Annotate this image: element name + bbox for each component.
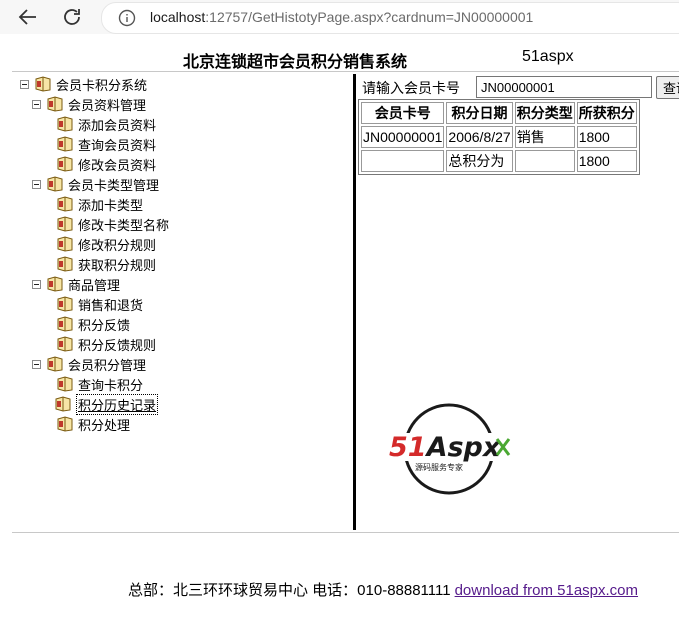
tree-item-label: 添加会员资料 bbox=[78, 117, 157, 133]
brand-text: 51aspx bbox=[522, 48, 574, 65]
tree-item-label: 查询会员资料 bbox=[78, 137, 157, 153]
tree-item[interactable]: 添加卡类型 bbox=[56, 194, 143, 214]
tree-item[interactable]: 添加会员资料 bbox=[56, 114, 156, 134]
collapse-toggle-icon[interactable] bbox=[32, 359, 41, 369]
vertical-divider bbox=[353, 74, 356, 530]
table-cell bbox=[514, 150, 575, 172]
query-button[interactable]: 查询 bbox=[656, 76, 679, 99]
column-header: 积分日期 bbox=[446, 102, 513, 124]
card-number-input[interactable] bbox=[476, 76, 652, 98]
tree-item[interactable]: 销售和退货 bbox=[56, 294, 143, 314]
tree-root[interactable]: 会员卡积分系统 bbox=[20, 74, 147, 94]
tree-item-label: 修改会员资料 bbox=[78, 157, 157, 173]
book-icon bbox=[57, 156, 73, 172]
book-icon bbox=[47, 96, 63, 112]
tree-item[interactable]: 修改卡类型名称 bbox=[56, 214, 169, 234]
tree-item-label: 会员卡类型管理 bbox=[68, 177, 160, 193]
book-icon bbox=[57, 296, 73, 312]
book-icon bbox=[47, 176, 63, 192]
logo-slogan: 源码服务专家 bbox=[415, 462, 463, 472]
footer: 总部：北三环环球贸易中心 电话：010-88881111 download fro… bbox=[128, 579, 638, 600]
tree-item[interactable]: 查询卡积分 bbox=[56, 374, 143, 394]
tree-item-label: 积分历史记录 bbox=[76, 393, 159, 415]
table-cell: 销售 bbox=[514, 126, 575, 148]
tree-item-label: 积分反馈 bbox=[78, 317, 131, 333]
book-icon bbox=[57, 416, 73, 432]
tree-item[interactable]: 修改会员资料 bbox=[56, 154, 156, 174]
book-icon bbox=[55, 396, 71, 412]
table-cell: JN00000001 bbox=[361, 126, 445, 148]
table-cell: 总积分为 bbox=[446, 150, 513, 172]
tree-item-label: 查询卡积分 bbox=[78, 377, 144, 393]
info-icon[interactable] bbox=[118, 9, 136, 27]
book-icon bbox=[57, 236, 73, 252]
book-icon bbox=[57, 376, 73, 392]
table-cell: 2006/8/27 bbox=[446, 126, 513, 148]
table-cell: 1800 bbox=[576, 150, 637, 172]
footer-contact: 总部：北三环环球贸易中心 电话：010-88881111 bbox=[128, 582, 451, 599]
book-icon bbox=[57, 256, 73, 272]
collapse-toggle-icon[interactable] bbox=[32, 279, 41, 289]
book-icon bbox=[47, 276, 63, 292]
tree-item-label: 修改卡类型名称 bbox=[78, 217, 170, 233]
url-text[interactable]: localhost:12757/GetHistotyPage.aspx?card… bbox=[150, 9, 533, 25]
tree-item-label: 积分处理 bbox=[78, 417, 131, 433]
browser-toolbar: localhost:12757/GetHistotyPage.aspx?card… bbox=[0, 0, 679, 34]
tree-item-label: 获取积分规则 bbox=[78, 257, 157, 273]
book-icon bbox=[57, 316, 73, 332]
column-header: 所获积分 bbox=[576, 102, 637, 124]
51aspx-logo: 51Aspx 源码服务专家 bbox=[387, 403, 512, 495]
book-icon bbox=[57, 216, 73, 232]
table-header-row: 会员卡号 积分日期 积分类型 所获积分 bbox=[361, 102, 637, 124]
tree-item-label: 销售和退货 bbox=[78, 297, 144, 313]
tree-item-label: 添加卡类型 bbox=[78, 197, 144, 213]
book-icon bbox=[57, 336, 73, 352]
tree-item-label: 修改积分规则 bbox=[78, 237, 157, 253]
back-arrow-icon[interactable] bbox=[16, 5, 40, 29]
tree-item-label: 会员卡积分系统 bbox=[56, 77, 148, 93]
tree-group[interactable]: 会员积分管理 bbox=[32, 354, 146, 374]
tree-item[interactable]: 获取积分规则 bbox=[56, 254, 156, 274]
tree-item[interactable]: 积分反馈规则 bbox=[56, 334, 156, 354]
book-icon bbox=[35, 76, 51, 92]
table-cell: 1800 bbox=[576, 126, 637, 148]
page-content: 北京连锁超市会员积分销售系统 51aspx 会员卡积分系统会员资料管理添加会员资… bbox=[0, 34, 679, 625]
card-number-label: 请输入会员卡号 bbox=[362, 80, 460, 96]
tree-group[interactable]: 商品管理 bbox=[32, 274, 120, 294]
tree-item[interactable]: 查询会员资料 bbox=[56, 134, 156, 154]
book-icon bbox=[57, 136, 73, 152]
book-icon bbox=[57, 196, 73, 212]
page-title: 北京连锁超市会员积分销售系统 bbox=[183, 54, 408, 71]
table-cell bbox=[361, 150, 445, 172]
tree-group[interactable]: 会员资料管理 bbox=[32, 94, 146, 114]
tree-group[interactable]: 会员卡类型管理 bbox=[32, 174, 159, 194]
tree-item-label: 积分反馈规则 bbox=[78, 337, 157, 353]
column-header: 会员卡号 bbox=[361, 102, 445, 124]
bottom-divider bbox=[12, 532, 679, 533]
tree-item-label: 会员积分管理 bbox=[68, 357, 147, 373]
collapse-toggle-icon[interactable] bbox=[32, 179, 41, 189]
collapse-toggle-icon[interactable] bbox=[32, 99, 41, 109]
tree-item[interactable]: 积分历史记录 bbox=[54, 393, 159, 415]
tree-item[interactable]: 修改积分规则 bbox=[56, 234, 156, 254]
tree-item[interactable]: 积分处理 bbox=[56, 414, 130, 434]
download-link[interactable]: download from 51aspx.com bbox=[455, 582, 638, 599]
table-row: JN00000001 2006/8/27 销售 1800 bbox=[361, 126, 637, 148]
top-divider bbox=[12, 71, 679, 72]
points-history-table: 会员卡号 积分日期 积分类型 所获积分 JN00000001 2006/8/27… bbox=[358, 99, 640, 175]
svg-text:51Aspx: 51Aspx bbox=[389, 432, 502, 463]
tree-item-label: 会员资料管理 bbox=[68, 97, 147, 113]
table-row: 总积分为 1800 bbox=[361, 150, 637, 172]
column-header: 积分类型 bbox=[514, 102, 575, 124]
reload-icon[interactable] bbox=[60, 5, 84, 29]
tree-item-label: 商品管理 bbox=[68, 277, 121, 293]
book-icon bbox=[47, 356, 63, 372]
tree-item[interactable]: 积分反馈 bbox=[56, 314, 130, 334]
book-icon bbox=[57, 116, 73, 132]
collapse-toggle-icon[interactable] bbox=[20, 79, 29, 89]
address-bar[interactable]: localhost:12757/GetHistotyPage.aspx?card… bbox=[101, 2, 679, 34]
